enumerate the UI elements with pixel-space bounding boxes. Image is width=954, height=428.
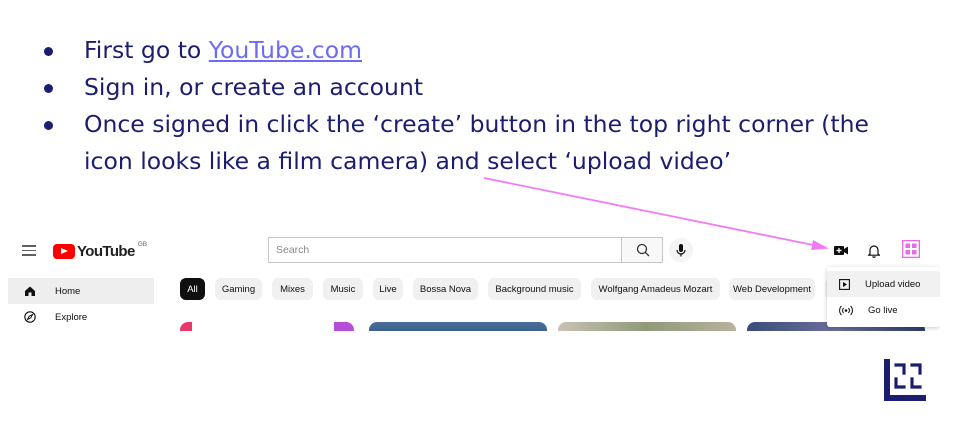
chip-background-music[interactable]: Background music — [488, 278, 581, 300]
search-input[interactable] — [268, 237, 621, 263]
country-code: GB — [137, 240, 148, 248]
broadcast-icon — [839, 305, 853, 315]
search-icon — [636, 243, 650, 257]
menu-item-label: Go live — [868, 304, 898, 316]
chip-live[interactable]: Live — [373, 278, 403, 300]
video-thumbnail[interactable] — [558, 322, 736, 331]
create-dropdown-menu: Upload video Go live — [827, 267, 940, 327]
chip-music[interactable]: Music — [323, 278, 363, 300]
hamburger-menu-icon[interactable] — [22, 245, 36, 256]
upload-video-menu-item[interactable]: Upload video — [827, 271, 940, 297]
sidebar-item-label: Explore — [55, 311, 88, 323]
youtube-screenshot: YouTube GB Search Home Explore All Gamin… — [8, 231, 940, 331]
bell-icon — [867, 245, 881, 258]
video-camera-icon — [834, 246, 848, 255]
youtube-logo-text: YouTube — [77, 242, 135, 260]
youtube-play-icon — [53, 243, 75, 259]
youtube-logo[interactable]: YouTube GB — [53, 240, 148, 260]
brand-logo-icon — [884, 359, 926, 401]
video-thumbnail[interactable] — [180, 322, 192, 331]
sidebar-item-home[interactable]: Home — [8, 278, 154, 304]
menu-item-label: Upload video — [865, 278, 921, 290]
instruction-step-2: Sign in, or create an account — [42, 69, 884, 106]
video-thumbnail[interactable] — [369, 322, 547, 331]
instruction-step-1: First go to YouTube.com — [42, 32, 884, 69]
microphone-icon — [676, 244, 686, 257]
chip-wolfgang-amadeus-mozart[interactable]: Wolfgang Amadeus Mozart — [591, 278, 720, 300]
create-button[interactable] — [830, 240, 852, 260]
chip-mixes[interactable]: Mixes — [272, 278, 313, 300]
instruction-step-3: Once signed in click the ‘create’ button… — [42, 106, 884, 180]
video-thumbnail[interactable] — [334, 322, 354, 331]
compass-icon — [24, 311, 36, 323]
voice-search-button[interactable] — [669, 238, 693, 262]
notifications-button[interactable] — [863, 240, 885, 260]
home-icon — [25, 286, 35, 296]
chip-web-development[interactable]: Web Development — [729, 278, 815, 300]
play-square-icon — [839, 278, 850, 290]
youtube-link[interactable]: YouTube.com — [209, 36, 362, 64]
instruction-list: First go to YouTube.com Sign in, or crea… — [42, 32, 884, 180]
search-button[interactable] — [621, 237, 663, 263]
sidebar-item-label: Home — [55, 285, 81, 297]
apps-grid-icon — [901, 239, 921, 259]
sidebar-item-explore[interactable]: Explore — [8, 304, 154, 330]
youtube-masthead: YouTube GB — [8, 231, 940, 271]
chip-all[interactable]: All — [180, 278, 205, 300]
chip-bossa-nova[interactable]: Bossa Nova — [413, 278, 478, 300]
go-live-menu-item[interactable]: Go live — [827, 297, 940, 323]
chip-gaming[interactable]: Gaming — [215, 278, 262, 300]
account-avatar[interactable] — [901, 239, 921, 259]
